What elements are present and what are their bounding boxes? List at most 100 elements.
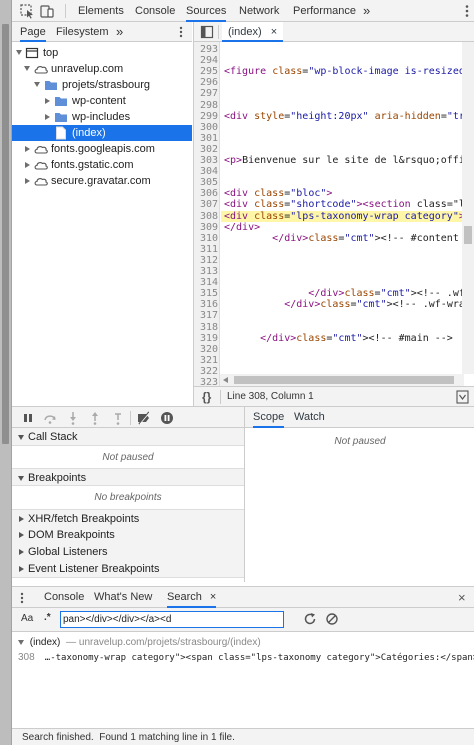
code-line[interactable]: </div>class="cmt"><!-- .wf-wrap --> [224, 299, 474, 310]
tab-page[interactable]: Page [20, 22, 46, 42]
step-out-icon[interactable] [90, 411, 100, 425]
result-line-row[interactable]: 308 …-taxonomy-wrap category"><span clas… [18, 652, 474, 663]
match-case-toggle[interactable]: Aa [21, 613, 33, 624]
editor-horizontal-scrollbar[interactable] [220, 374, 464, 386]
deactivate-breakpoints-icon[interactable] [136, 411, 152, 425]
editor-vertical-scrollbar[interactable] [462, 42, 474, 374]
pause-icon[interactable] [22, 412, 34, 424]
scope-pane: Scope Watch Not paused [244, 406, 474, 582]
folder-icon [44, 78, 58, 92]
kebab-menu-icon[interactable] [176, 25, 186, 39]
tab-filesystem[interactable]: Filesystem [56, 22, 109, 42]
code-line[interactable]: <figure class="wp-block-image is-resized… [224, 66, 474, 77]
line-number: 319 [199, 332, 218, 344]
refresh-icon[interactable] [303, 612, 317, 626]
line-number: 295 [199, 66, 218, 78]
section-dom-breakpoints[interactable]: DOM Breakpoints [12, 526, 244, 544]
drawer-tab-console[interactable]: Console [44, 587, 84, 608]
tab-elements[interactable]: Elements [78, 0, 124, 22]
code-line[interactable]: <p>Bienvenue sur le site de l&rsquo;offi… [224, 155, 474, 166]
line-number: 297 [199, 88, 218, 100]
line-number: 298 [199, 99, 218, 111]
tree-item-wp-includes[interactable]: wp-includes [12, 109, 192, 125]
result-line-text: …-taxonomy-wrap category"><span class="l… [44, 653, 474, 663]
editor-tab-label: (index) [228, 26, 262, 38]
drawer-tab-search[interactable]: Search × [167, 587, 217, 608]
scope-empty: Not paused [334, 436, 386, 447]
code-line[interactable]: </div>class="cmt"><!-- .wf-container --> [224, 288, 474, 299]
tab-network[interactable]: Network [239, 0, 279, 22]
scope-tabs: Scope Watch [245, 406, 474, 428]
pretty-print-button[interactable]: {} [202, 390, 211, 404]
line-number: 293 [199, 44, 218, 55]
close-icon[interactable]: × [210, 591, 216, 603]
close-icon[interactable]: × [271, 26, 277, 38]
left-scrollbar-thumb[interactable] [2, 24, 9, 444]
navigator-tabs: Page Filesystem » [12, 22, 192, 42]
result-file-name: (index) [29, 637, 61, 648]
code-line[interactable]: </div> [224, 222, 260, 233]
search-results: (index) — unravelup.com/projets/strasbou… [12, 632, 474, 728]
tab-scope[interactable]: Scope [253, 407, 285, 428]
line-number: 303 [199, 155, 218, 166]
editor-tabs: (index) × [193, 22, 474, 42]
step-over-icon[interactable] [43, 412, 57, 424]
inspect-icon[interactable] [19, 3, 35, 19]
line-number: 302 [199, 143, 218, 155]
search-input[interactable] [60, 611, 284, 628]
navigator-more-icon[interactable]: » [116, 22, 123, 42]
tree-item-fonts-gstatic[interactable]: fonts.gstatic.com [12, 157, 192, 173]
tree-item-unravelup[interactable]: unravelup.com [12, 61, 192, 77]
code-line[interactable]: <div class="lps-taxonomy-wrap category">… [224, 211, 474, 222]
clear-icon[interactable] [325, 612, 339, 626]
more-tabs-icon[interactable]: » [363, 0, 370, 22]
section-event-listener-breakpoints[interactable]: Event Listener Breakpoints [12, 560, 244, 578]
folder-icon [54, 110, 68, 124]
file-tree: top unravelup.com projets/strasbourg wp-… [12, 43, 192, 403]
tab-console[interactable]: Console [135, 0, 175, 22]
tree-item-projets-strasbourg[interactable]: projets/strasbourg [12, 77, 192, 93]
cloud-icon [33, 62, 49, 76]
code-line[interactable]: <div class="shortcode"><section class="l… [224, 199, 474, 210]
toggle-navigator-icon[interactable] [200, 25, 214, 39]
step-into-icon[interactable] [68, 411, 78, 425]
kebab-menu-icon[interactable] [459, 3, 474, 19]
close-drawer-icon[interactable]: × [458, 590, 466, 605]
step-icon[interactable] [112, 411, 124, 425]
section-breakpoints[interactable]: Breakpoints [12, 468, 244, 486]
tree-item-wp-content[interactable]: wp-content [12, 93, 192, 109]
line-number: 308 [199, 210, 218, 222]
tree-item-fonts-googleapis[interactable]: fonts.googleapis.com [12, 141, 192, 157]
section-xhr-breakpoints[interactable]: XHR/fetch Breakpoints [12, 509, 244, 527]
section-call-stack[interactable]: Call Stack [12, 428, 244, 446]
line-number: 323 [199, 377, 218, 386]
code-editor[interactable]: 293 294 295 296 297 298 299 300 301 302 303 304 305 3… [193, 42, 474, 386]
drawer-tab-whats-new[interactable]: What's New [94, 587, 152, 608]
tab-sources[interactable]: Sources [186, 0, 227, 22]
regex-toggle[interactable]: .* [44, 612, 51, 623]
tab-watch[interactable]: Watch [294, 407, 325, 428]
cloud-icon [33, 174, 49, 188]
coverage-icon[interactable] [456, 390, 469, 404]
section-global-listeners[interactable]: Global Listeners [12, 543, 244, 561]
tree-item-secure-gravatar[interactable]: secure.gravatar.com [12, 173, 192, 189]
search-toolbar: Aa .* [12, 608, 474, 632]
result-file-path: — unravelup.com/projets/strasbourg/(inde… [66, 637, 261, 648]
editor-tab-index[interactable]: (index) × [222, 22, 284, 42]
tab-performance[interactable]: Performance [293, 0, 356, 22]
code-line[interactable]: <div style="height:20px" aria-hidden="tr… [224, 111, 474, 122]
result-file-row[interactable]: (index) — unravelup.com/projets/strasbou… [18, 637, 261, 648]
code-line[interactable]: </div>class="cmt"><!-- #main --> [224, 333, 453, 344]
line-number-gutter: 293 294 295 296 297 298 299 300 301 302 303 304 305 3… [194, 42, 220, 386]
code-line[interactable]: </div>class="cmt"><!-- #content --> [224, 233, 474, 244]
line-number: 294 [199, 55, 218, 67]
line-number: 311 [199, 243, 218, 255]
code-line[interactable]: <div class="bloc"> [224, 188, 332, 199]
device-icon[interactable] [39, 3, 55, 19]
pause-on-exceptions-icon[interactable] [160, 411, 174, 425]
tree-item-index[interactable]: (index) [12, 125, 192, 141]
kebab-menu-icon[interactable] [18, 591, 26, 605]
tree-item-top[interactable]: top [12, 45, 192, 61]
debugger-toolbar [12, 406, 244, 428]
line-number: 299 [199, 110, 218, 122]
